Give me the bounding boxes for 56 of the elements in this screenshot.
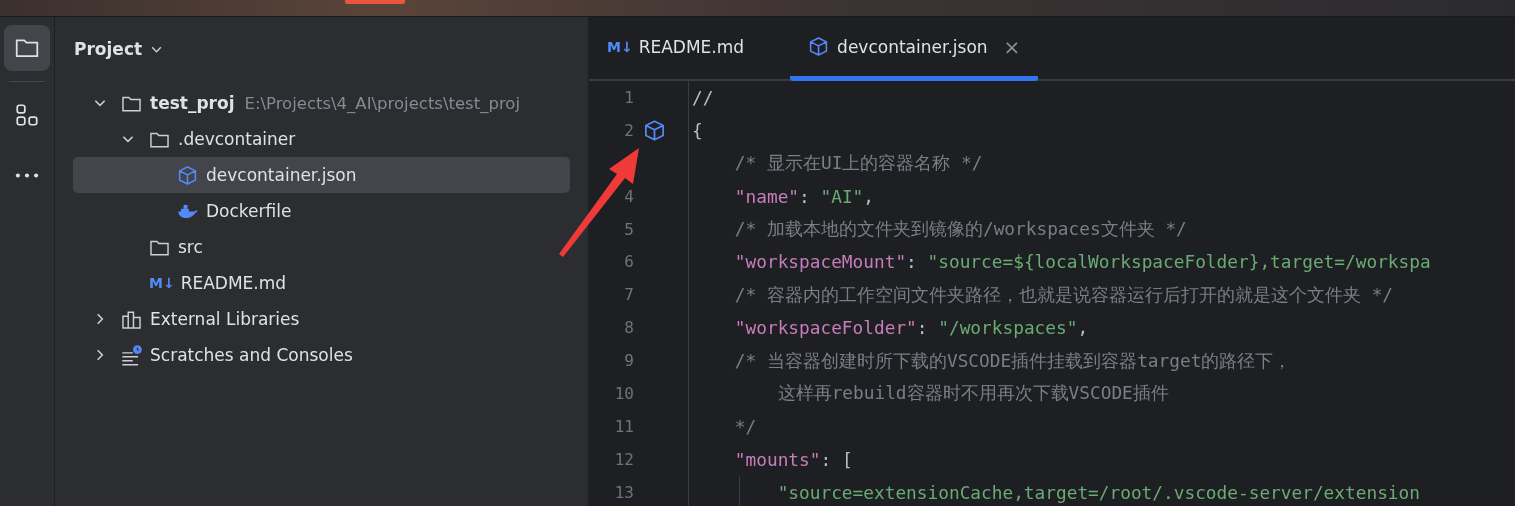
path-hint: E:\Projects\4_AI\projects\test_proj [244, 93, 520, 113]
item-name: devcontainer.json [206, 165, 357, 185]
line-number: 12 [614, 449, 634, 469]
cube-icon [643, 118, 666, 142]
tree-item[interactable]: src [73, 229, 570, 265]
tree-item[interactable]: Dockerfile [73, 193, 570, 229]
code-line: 这样再rebuild容器时不用再次下载VSCODE插件 [776, 381, 1169, 406]
code-line: "mounts": [ [733, 448, 853, 470]
tree-item[interactable]: Scratches and Consoles [73, 337, 570, 373]
item-name: test_proj [150, 93, 235, 113]
code-line: /* 当容器创建时所下载的VSCODE插件挂载到容器target的路径下， [733, 348, 1292, 373]
cube-icon [808, 36, 830, 57]
code-line: "name": "AI", [733, 185, 875, 207]
item-name: Scratches and Consoles [150, 345, 353, 365]
line-number: 7 [624, 285, 634, 305]
code-line: // [692, 86, 714, 108]
item-name: README.md [180, 273, 287, 293]
line-number: 5 [624, 219, 634, 239]
app-icon [345, 0, 405, 4]
markdown-icon: M↓ [607, 38, 633, 55]
panel-title[interactable]: Project [74, 39, 143, 59]
line-number: 1 [624, 87, 634, 107]
markdown-icon: M↓ [149, 275, 175, 291]
editor-tab[interactable]: M↓ README.md [589, 17, 791, 81]
code-line: "workspaceFolder": "/workspaces", [733, 317, 1089, 339]
cube-icon [177, 164, 198, 186]
line-number: 9 [624, 351, 634, 371]
item-name: External Libraries [150, 309, 300, 329]
scratches-icon [121, 344, 142, 366]
code-line: { [692, 119, 703, 141]
project-button[interactable] [4, 25, 50, 71]
code-line: /* 加载本地的文件夹到镜像的/workspaces文件夹 */ [733, 217, 1187, 241]
editor-tab[interactable]: devcontainer.json × [790, 17, 1039, 81]
tree-item[interactable]: M↓ README.md [73, 265, 570, 301]
tree-item[interactable]: devcontainer.json [73, 157, 570, 193]
item-name: src [178, 237, 203, 257]
line-number: 2 [624, 120, 634, 140]
item-name: Dockerfile [206, 201, 292, 221]
line-number: 6 [624, 252, 634, 272]
blocks-icon [14, 102, 40, 128]
code-line: "workspaceMount": "source=${localWorkspaceFolder},target=/workspa [733, 251, 1431, 273]
more-icon [15, 172, 39, 178]
line-number: 11 [614, 416, 634, 436]
item-name: .devcontainer [178, 129, 296, 149]
close-icon[interactable]: × [1003, 34, 1021, 59]
line-number: 10 [614, 383, 634, 403]
line-number: 4 [624, 186, 634, 206]
line-number: 13 [614, 482, 634, 502]
code-line: /* 显示在UI上的容器名称 */ [733, 151, 983, 176]
tree-item[interactable]: External Libraries [73, 301, 570, 337]
line-number: 8 [624, 318, 634, 338]
code-line: */ [733, 415, 757, 437]
tree-item[interactable]: .devcontainer [73, 121, 570, 157]
tree-item[interactable]: test_proj E:\Projects\4_AI\projects\test_proj [73, 85, 570, 121]
code-line: /* 容器内的工作空间文件夹路径，也就是说容器运行后打开的就是这个文件夹 */ [733, 282, 1394, 307]
code-line: "source=extensionCache,target=/root/.vscode-server/extension [776, 481, 1420, 503]
